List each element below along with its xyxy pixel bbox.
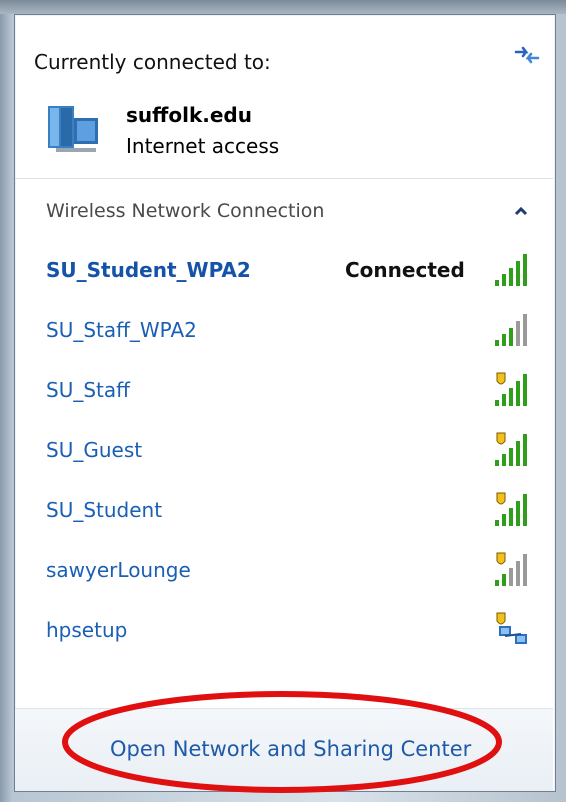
network-row-sawyerlounge[interactable]: sawyerLounge <box>15 544 553 596</box>
network-ssid: SU_Guest <box>46 438 143 462</box>
secured-signal-icon <box>495 432 527 466</box>
network-ssid: sawyerLounge <box>46 558 191 582</box>
section-divider <box>15 178 553 179</box>
section-title: Wireless Network Connection <box>46 200 325 222</box>
refresh-icon[interactable] <box>512 42 542 68</box>
network-row-su-student-wpa2[interactable]: SU_Student_WPA2 Connected <box>15 244 553 296</box>
connection-status: Connected <box>345 258 465 282</box>
network-row-su-staff[interactable]: SU_Staff <box>15 364 553 416</box>
open-network-sharing-center-link[interactable]: Open Network and Sharing Center <box>110 737 471 761</box>
network-ssid: SU_Staff <box>46 378 130 402</box>
network-row-hpsetup[interactable]: hpsetup <box>15 604 553 656</box>
connected-header: Currently connected to: <box>34 50 271 74</box>
network-ssid: SU_Staff_WPA2 <box>46 318 197 342</box>
network-computer-icon <box>48 106 98 152</box>
network-ssid: SU_Student <box>46 498 163 522</box>
network-ssid: hpsetup <box>46 618 128 642</box>
signal-bars-icon <box>495 314 527 346</box>
flyout-footer: Open Network and Sharing Center <box>15 708 553 791</box>
secured-signal-icon <box>495 552 527 586</box>
network-ssid: SU_Student_WPA2 <box>46 258 251 282</box>
current-network-name: suffolk.edu <box>126 103 252 127</box>
network-row-su-staff-wpa2[interactable]: SU_Staff_WPA2 <box>15 304 553 356</box>
secured-signal-icon <box>495 492 527 526</box>
signal-bars-icon <box>495 254 527 286</box>
network-row-su-guest[interactable]: SU_Guest <box>15 424 553 476</box>
current-network-status: Internet access <box>126 134 280 158</box>
chevron-up-icon[interactable] <box>512 204 530 218</box>
adhoc-network-icon <box>496 612 527 644</box>
network-row-su-student[interactable]: SU_Student <box>15 484 553 536</box>
taskbar-edge <box>0 0 566 14</box>
secured-signal-icon <box>495 372 527 406</box>
